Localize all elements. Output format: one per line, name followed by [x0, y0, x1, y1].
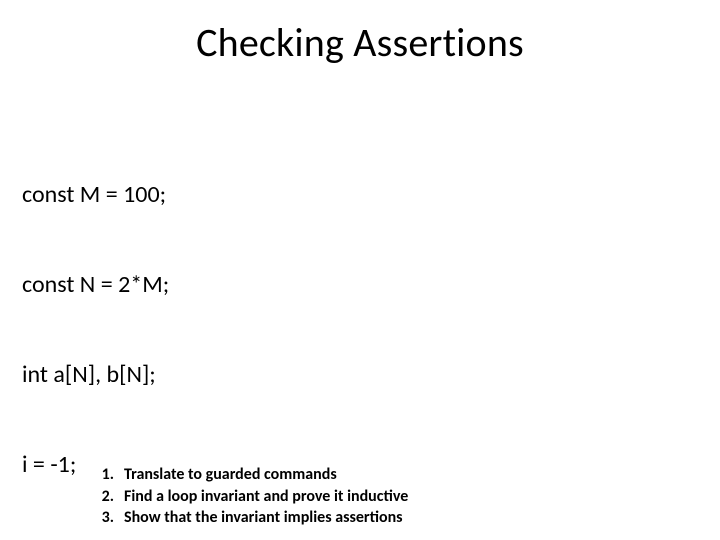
step-text: Show that the invariant implies assertio… [124, 507, 403, 529]
slide-title: Checking Assertions [0, 18, 720, 67]
step-number: 2. [92, 486, 124, 508]
step-item: 1. Translate to guarded commands [92, 464, 408, 486]
step-number: 1. [92, 464, 124, 486]
step-text: Find a loop invariant and prove it induc… [124, 486, 408, 508]
step-item: 2. Find a loop invariant and prove it in… [92, 486, 408, 508]
step-text: Translate to guarded commands [124, 464, 337, 486]
code-line: const N = 2*M; [22, 270, 205, 300]
step-item: 3. Show that the invariant implies asser… [92, 507, 408, 529]
code-line: int a[N], b[N]; [22, 360, 205, 390]
step-number: 3. [92, 507, 124, 529]
slide: Checking Assertions const M = 100; const… [0, 0, 720, 540]
steps-list: 1. Translate to guarded commands 2. Find… [92, 464, 408, 529]
code-line: const M = 100; [22, 180, 205, 210]
